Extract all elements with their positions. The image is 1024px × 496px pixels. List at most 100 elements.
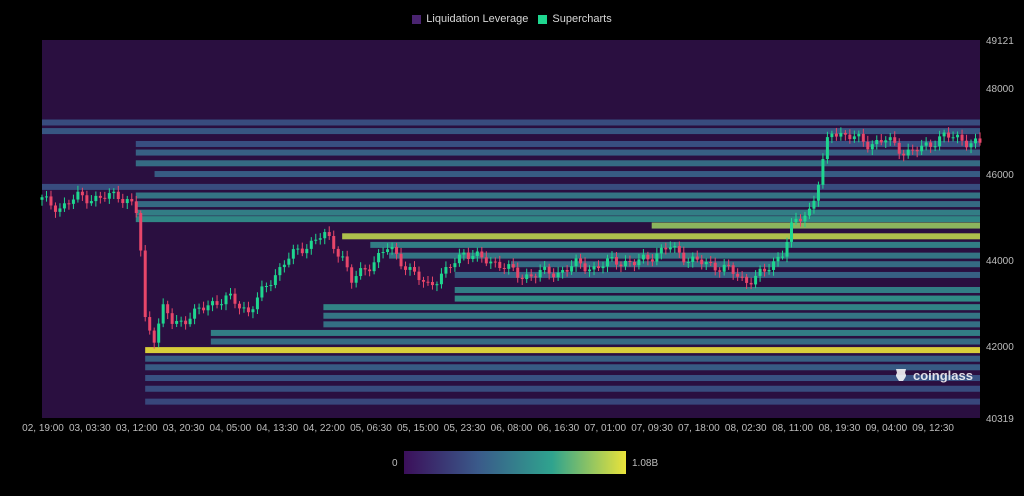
candle-body	[327, 232, 331, 237]
candle-body	[749, 282, 753, 285]
candle-body	[175, 320, 179, 324]
candle-body	[839, 132, 843, 137]
candle-body	[682, 252, 686, 263]
y-tick-label: 48000	[986, 84, 1014, 95]
candle-body	[152, 330, 156, 343]
candle-body	[112, 191, 116, 194]
candle-body	[71, 199, 75, 204]
candle-body	[601, 266, 605, 269]
liquidation-band	[135, 140, 981, 147]
x-tick-label: 05, 15:00	[397, 423, 439, 434]
candle-body	[125, 199, 129, 204]
candle-body	[233, 293, 237, 304]
candle-body	[978, 138, 982, 143]
candle-body	[816, 184, 820, 201]
candle-body	[570, 266, 574, 272]
candle-body	[574, 258, 578, 267]
candle-body	[170, 313, 174, 324]
candle-body	[556, 272, 560, 278]
candle-body	[754, 275, 758, 285]
candle-body	[659, 247, 663, 254]
candle-body	[354, 276, 358, 283]
candle-body	[619, 264, 623, 267]
x-tick-label: 04, 13:30	[256, 423, 298, 434]
candle-body	[583, 263, 587, 272]
candle-body	[525, 274, 529, 280]
candle-body	[848, 134, 852, 140]
candle-body	[251, 309, 255, 313]
candle-body	[763, 268, 767, 272]
x-tick-label: 02, 19:00	[22, 423, 64, 434]
candle-body	[718, 270, 722, 272]
candle-body	[179, 320, 183, 322]
candle-body	[543, 266, 547, 270]
candle-body	[691, 256, 695, 263]
liquidation-band	[651, 222, 980, 229]
candle-body	[637, 259, 641, 266]
candle-body	[911, 149, 915, 151]
liquidation-band	[454, 271, 981, 278]
candle-body	[969, 143, 973, 148]
candle-body	[475, 251, 479, 256]
candle-body	[255, 297, 259, 310]
candle-body	[897, 142, 901, 154]
candle-body	[597, 266, 601, 269]
candle-body	[121, 198, 125, 204]
candle-body	[677, 246, 681, 253]
liquidation-band	[454, 295, 981, 302]
candle-body	[947, 132, 951, 138]
candle-body	[143, 250, 147, 318]
candle-body	[206, 305, 210, 311]
candle-body	[893, 137, 897, 143]
candle-body	[920, 145, 924, 152]
candle-body	[49, 196, 53, 206]
candle-body	[457, 254, 461, 264]
candle-body	[413, 267, 417, 272]
candle-body	[924, 142, 928, 146]
x-tick-label: 05, 06:30	[350, 423, 392, 434]
liquidation-band	[135, 209, 981, 216]
candle-body	[44, 196, 48, 198]
candle-body	[332, 236, 336, 249]
candle-body	[480, 251, 484, 258]
candle-body	[825, 137, 829, 160]
liquidation-heatmap-chart[interactable]: 49121 48000 46000 44000 42000 40319 02, 19:00…	[0, 0, 1024, 496]
x-tick-label: 07, 01:00	[584, 423, 626, 434]
candle-body	[579, 258, 583, 264]
y-axis: 49121 48000 46000 44000 42000 40319	[986, 36, 1014, 425]
candle-body	[852, 136, 856, 140]
candle-body	[287, 258, 291, 265]
candle-body	[879, 139, 883, 143]
candle-body	[166, 304, 170, 314]
candle-body	[857, 133, 861, 137]
candle-body	[790, 222, 794, 242]
liquidation-band	[135, 201, 981, 208]
candle-body	[399, 253, 403, 267]
candle-body	[834, 133, 838, 137]
heatmap-layer	[42, 40, 981, 418]
candle-body	[430, 281, 434, 286]
liquidation-band	[210, 329, 981, 336]
candle-body	[359, 268, 363, 277]
candle-body	[798, 218, 802, 222]
candle-body	[246, 307, 250, 313]
candle-body	[345, 256, 349, 268]
candle-body	[202, 307, 206, 311]
candle-body	[664, 247, 668, 250]
x-tick-label: 07, 18:00	[678, 423, 720, 434]
candle-body	[395, 246, 399, 254]
candle-body	[956, 134, 960, 138]
candle-body	[193, 308, 197, 319]
candle-body	[215, 301, 219, 305]
candle-body	[731, 265, 735, 274]
candle-body	[53, 205, 57, 212]
y-tick-label: 42000	[986, 342, 1014, 353]
x-tick-label: 08, 11:00	[772, 423, 813, 434]
candle-body	[740, 276, 744, 278]
candle-body	[85, 195, 89, 204]
candle-body	[875, 139, 879, 145]
candle-body	[745, 276, 749, 283]
candle-body	[134, 201, 138, 214]
candle-body	[511, 264, 515, 268]
candle-body	[489, 261, 493, 264]
